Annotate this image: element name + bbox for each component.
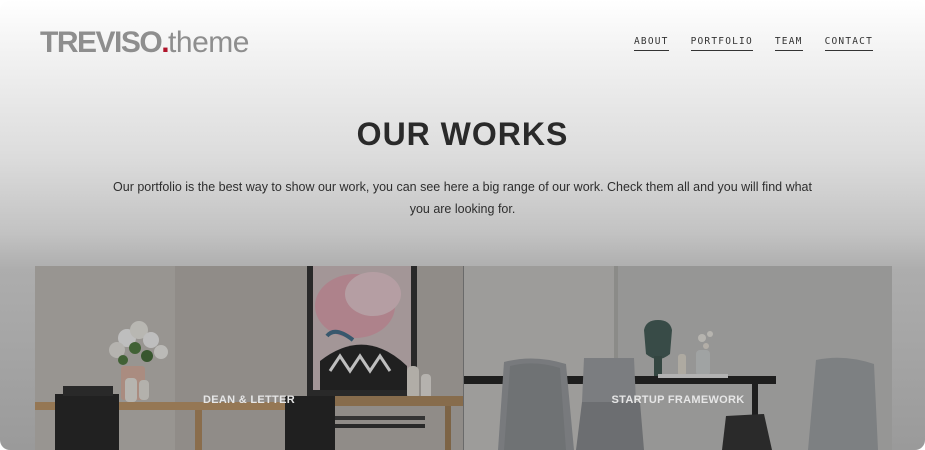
hero-description: Our portfolio is the best way to show ou… <box>113 180 812 216</box>
nav-team-link[interactable]: TEAM <box>774 36 803 51</box>
portfolio-grid: DEAN & LETTER STARTUP FRAMEWORK <box>35 266 892 450</box>
page-frame: TREVISO.theme ABOUT PORTFOLIO TEAM CONTA… <box>0 0 925 450</box>
nav-contact-link[interactable]: CONTACT <box>824 36 873 51</box>
logo-brand: TREVISO <box>40 26 163 59</box>
nav-portfolio-link[interactable]: PORTFOLIO <box>690 36 753 51</box>
nav-about-link[interactable]: ABOUT <box>633 36 669 51</box>
portfolio-card-title: DEAN & LETTER <box>203 394 295 406</box>
main-nav: ABOUT PORTFOLIO TEAM CONTACT <box>633 36 873 51</box>
portfolio-card-startup-framework[interactable]: STARTUP FRAMEWORK <box>464 266 892 450</box>
card-overlay <box>35 266 463 450</box>
card-overlay <box>464 266 892 450</box>
logo-suffix: theme <box>168 26 249 59</box>
page-title: OUR WORKS <box>356 116 569 152</box>
logo[interactable]: TREVISO.theme <box>40 26 249 60</box>
portfolio-card-dean-letter[interactable]: DEAN & LETTER <box>35 266 463 450</box>
portfolio-card-title: STARTUP FRAMEWORK <box>611 394 745 406</box>
